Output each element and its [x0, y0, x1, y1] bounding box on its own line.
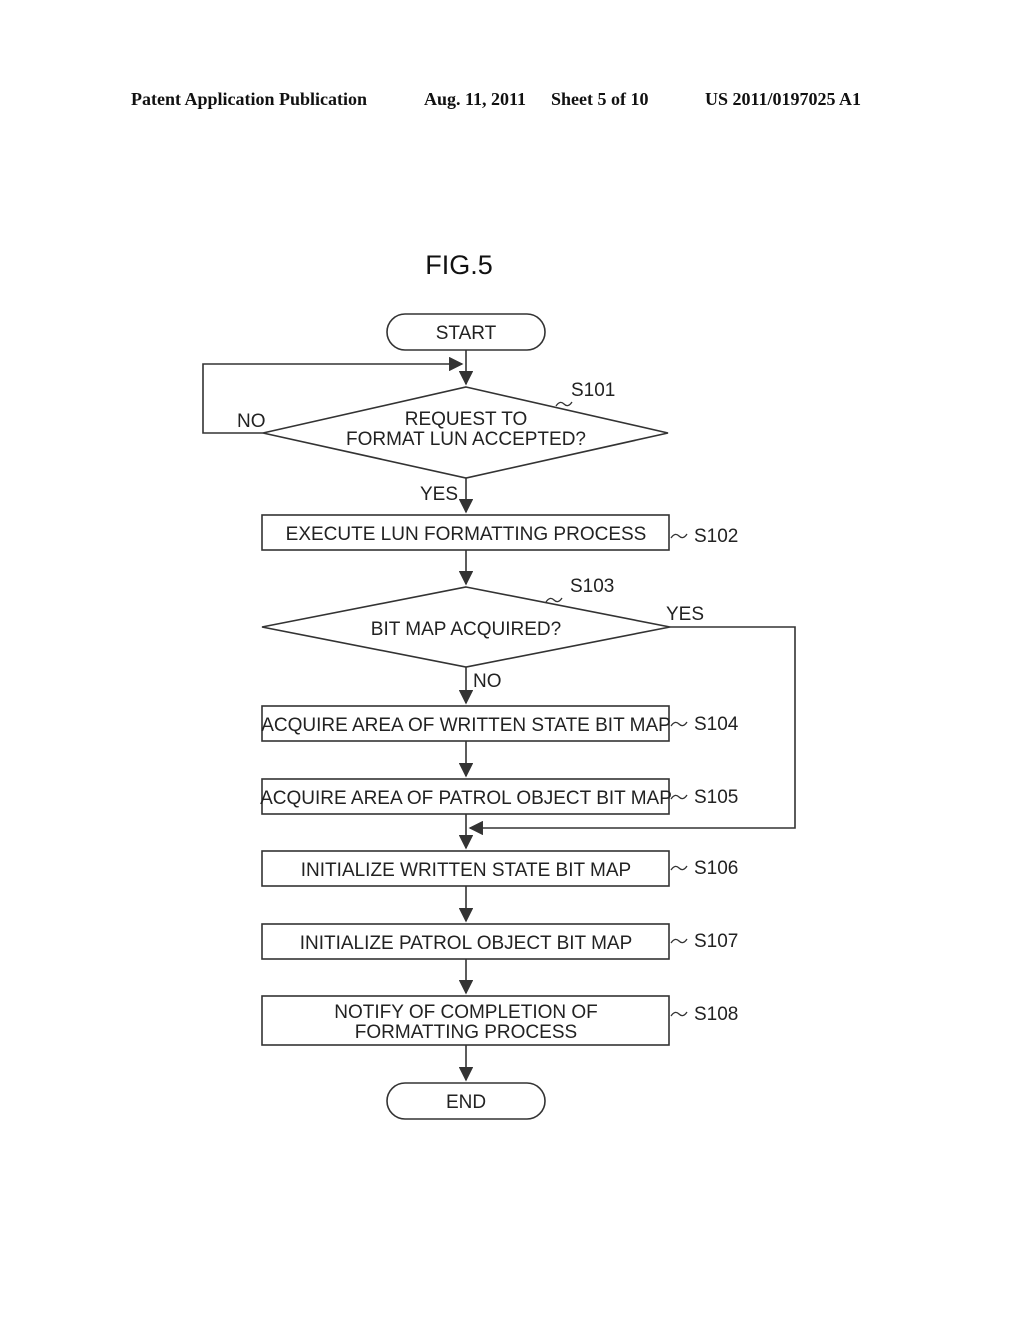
step-leader-tilde: [670, 533, 688, 539]
decision-s103: BIT MAP ACQUIRED? S103: [261, 576, 671, 668]
decision-s101: REQUEST TO FORMAT LUN ACCEPTED? S101: [262, 380, 669, 479]
decision-s101-line-1: REQUEST TO: [405, 409, 527, 430]
process-s104: ACQUIRE AREA OF WRITTEN STATE BIT MAP S1…: [261, 705, 739, 742]
figure-title: FIG.5: [425, 250, 493, 280]
step-leader-tilde: [670, 1011, 688, 1017]
process-s108-line-2: FORMATTING PROCESS: [355, 1022, 577, 1043]
process-s106: INITIALIZE WRITTEN STATE BIT MAP S106: [261, 850, 738, 887]
process-s105: ACQUIRE AREA OF PATROL OBJECT BIT MAP S1…: [260, 778, 738, 815]
step-leader-tilde: [670, 938, 688, 944]
process-s108-line-1: NOTIFY OF COMPLETION OF: [334, 1002, 598, 1023]
start-label: START: [436, 323, 497, 344]
step-leader-tilde: [670, 865, 688, 871]
s103-yes-label: YES: [666, 604, 704, 625]
decision-s103-line-1: BIT MAP ACQUIRED?: [371, 619, 561, 640]
process-s104-label: ACQUIRE AREA OF WRITTEN STATE BIT MAP: [261, 715, 671, 736]
s103-no-label: NO: [473, 671, 502, 692]
end-label: END: [446, 1092, 486, 1113]
process-s102-label: EXECUTE LUN FORMATTING PROCESS: [286, 524, 647, 545]
step-id-s103: S103: [570, 576, 614, 597]
flowchart: FIG.5 START REQUEST TO FORMAT LUN ACCEPT…: [202, 250, 796, 1120]
step-leader-tilde: [555, 401, 573, 407]
step-id-s104: S104: [694, 714, 739, 735]
step-id-s102: S102: [694, 526, 738, 547]
process-s102: EXECUTE LUN FORMATTING PROCESS S102: [261, 514, 738, 551]
step-leader-tilde: [545, 597, 563, 603]
process-s107: INITIALIZE PATROL OBJECT BIT MAP S107: [261, 923, 738, 960]
step-leader-tilde: [670, 721, 688, 727]
process-s105-label: ACQUIRE AREA OF PATROL OBJECT BIT MAP: [260, 788, 672, 809]
start-terminal: START: [386, 313, 546, 351]
process-s107-label: INITIALIZE PATROL OBJECT BIT MAP: [300, 933, 633, 954]
process-s106-label: INITIALIZE WRITTEN STATE BIT MAP: [301, 860, 631, 881]
end-terminal: END: [386, 1082, 546, 1120]
s101-yes-label: YES: [420, 484, 458, 505]
s101-no-label: NO: [237, 411, 266, 432]
step-id-s106: S106: [694, 858, 738, 879]
decision-s101-line-2: FORMAT LUN ACCEPTED?: [346, 429, 586, 450]
step-id-s101: S101: [571, 380, 615, 401]
step-id-s105: S105: [694, 787, 738, 808]
step-id-s107: S107: [694, 931, 738, 952]
step-id-s108: S108: [694, 1004, 738, 1025]
step-leader-tilde: [670, 794, 688, 800]
process-s108: NOTIFY OF COMPLETION OF FORMATTING PROCE…: [261, 995, 738, 1046]
